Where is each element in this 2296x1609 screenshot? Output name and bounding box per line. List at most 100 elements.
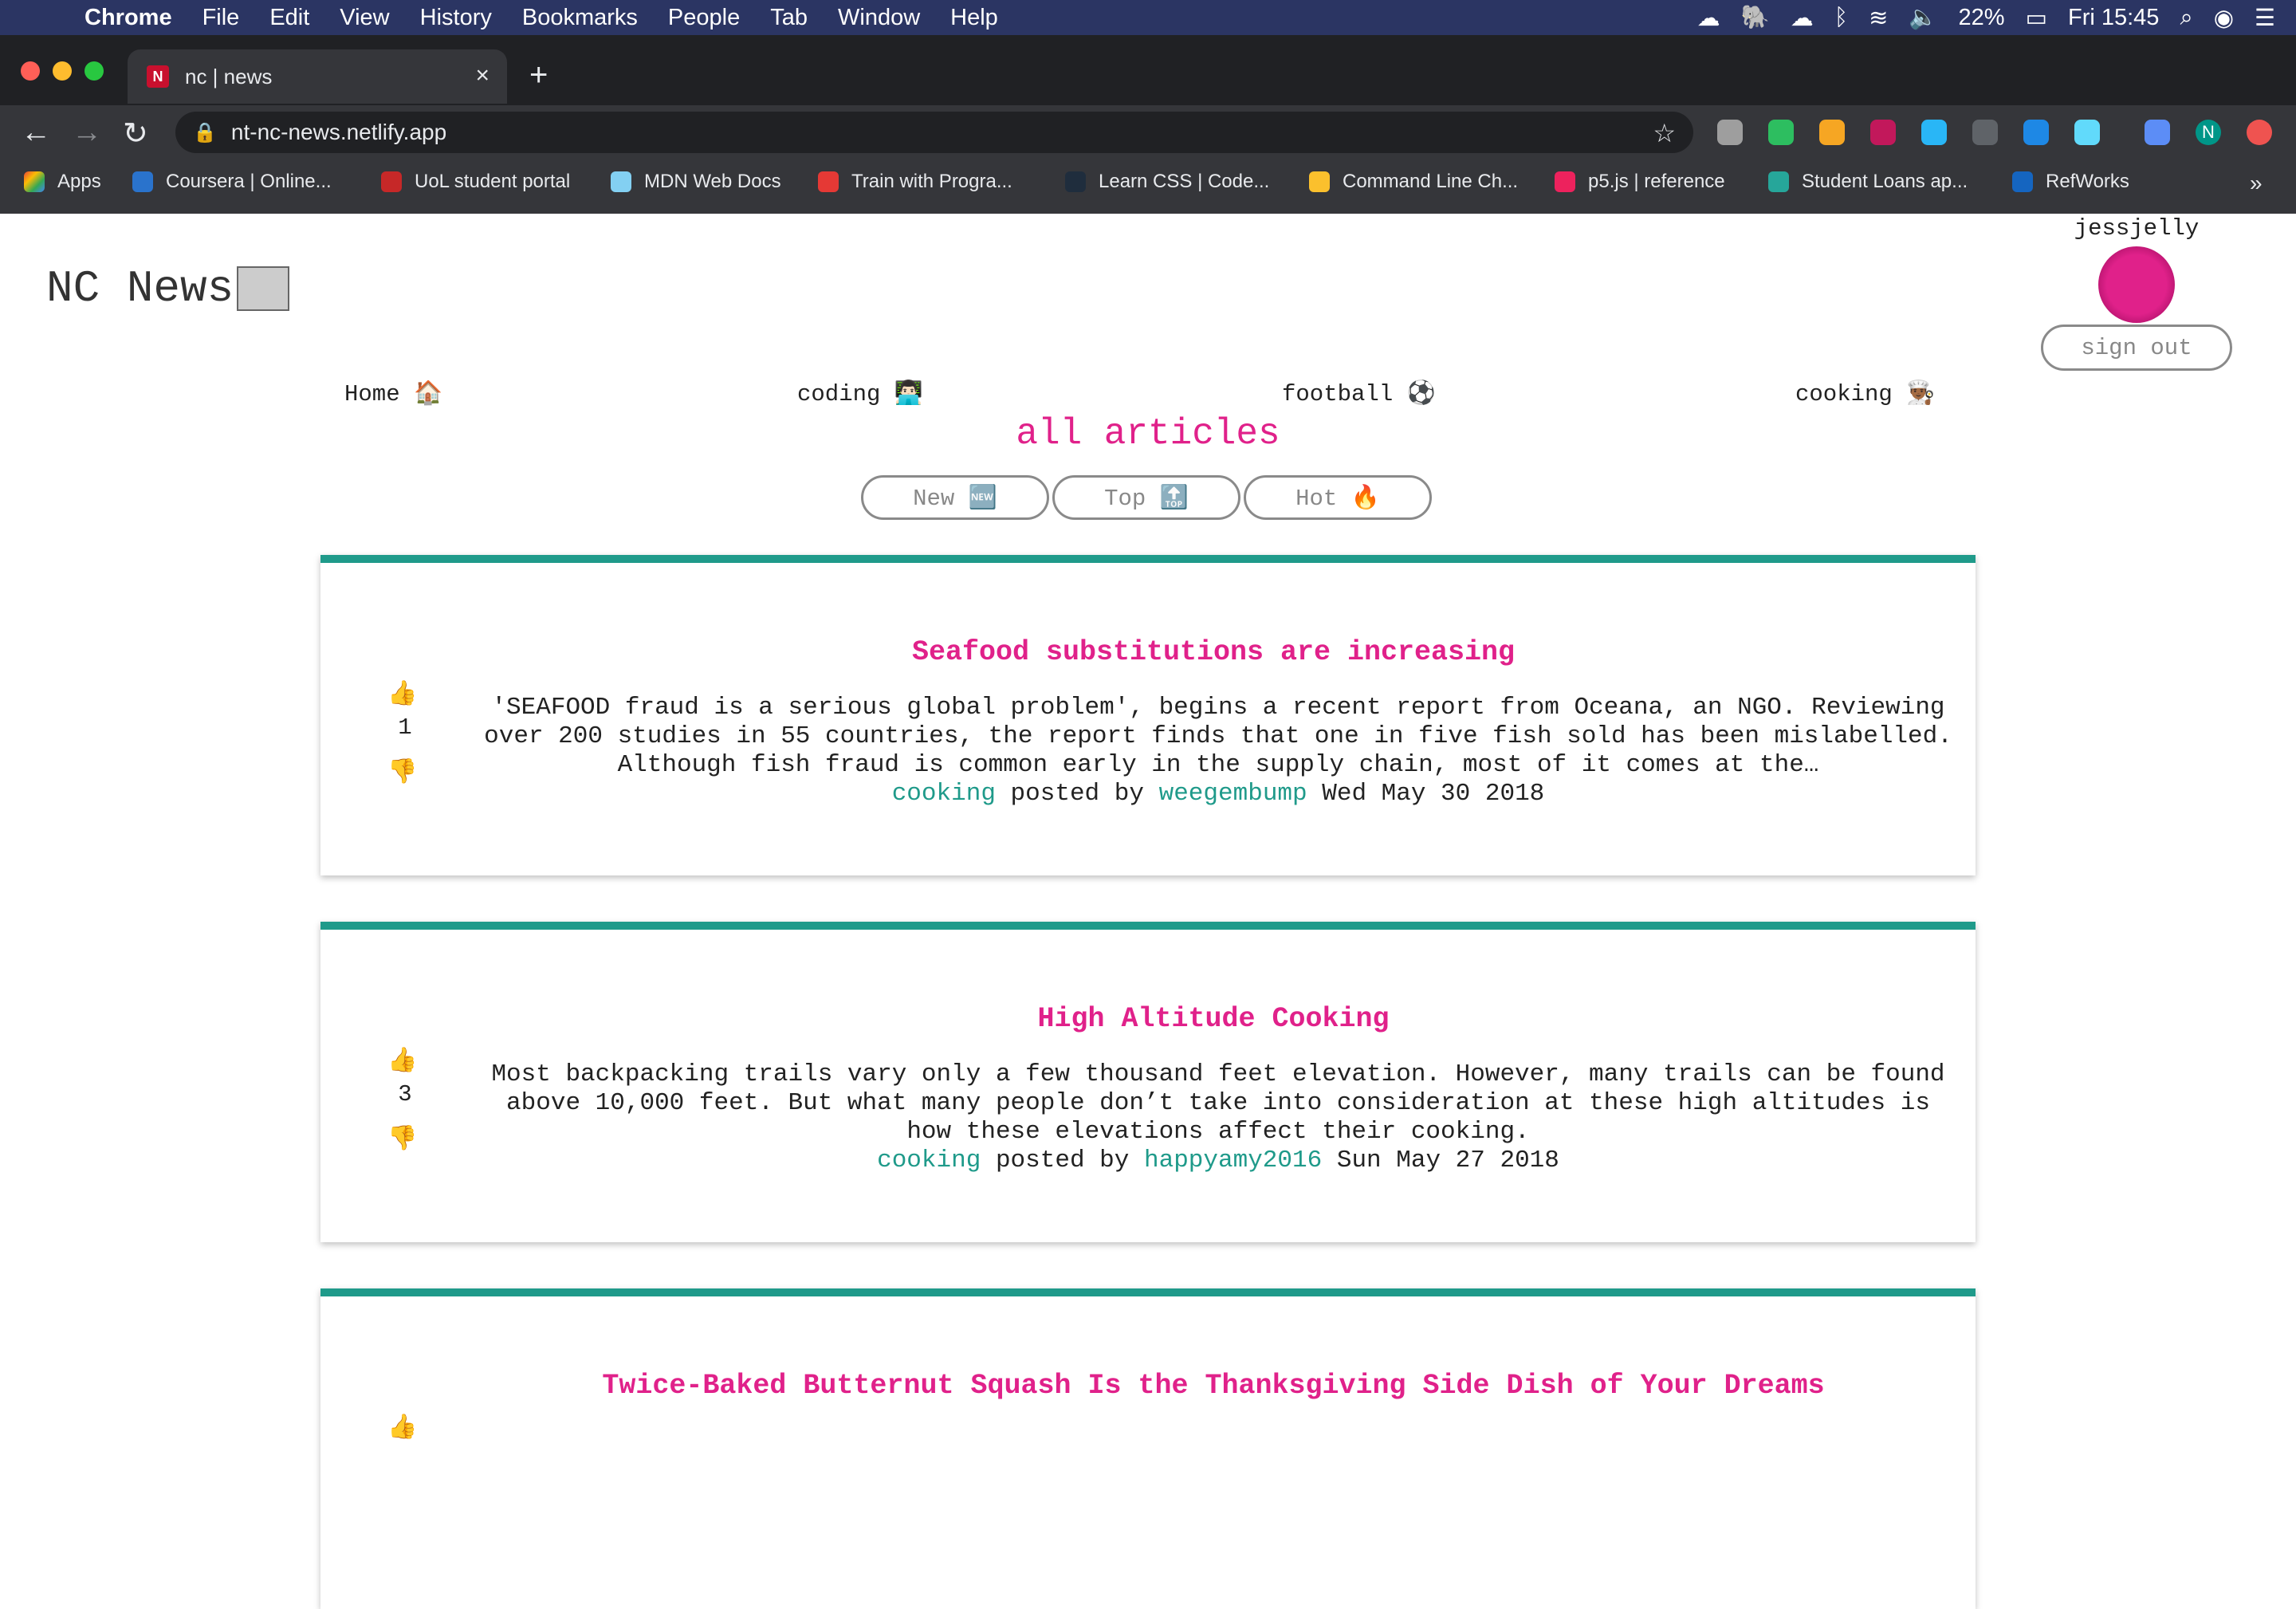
- downvote-icon[interactable]: 👎: [387, 757, 417, 787]
- site-favicon-icon: N: [147, 65, 169, 88]
- article-card[interactable]: 👍 3 👎 High Altitude Cooking Most backpac…: [320, 922, 1976, 1242]
- bookmark-uol-portal[interactable]: UoL student portal: [381, 171, 570, 193]
- cloud-upload-icon[interactable]: ☁: [1697, 4, 1720, 32]
- update-icon[interactable]: [2247, 120, 2272, 145]
- nav-home[interactable]: Home 🏠: [344, 380, 442, 407]
- browser-tab[interactable]: N nc | news ×: [128, 49, 507, 104]
- siri-icon[interactable]: ◉: [2214, 4, 2234, 32]
- icloud-icon[interactable]: ☁: [1791, 4, 1814, 32]
- react-devtools-icon[interactable]: [2074, 120, 2100, 145]
- bookmark-p5js[interactable]: p5.js | reference: [1555, 171, 1725, 193]
- menu-people[interactable]: People: [668, 5, 740, 31]
- article-title[interactable]: Twice-Baked Butternut Squash Is the Than…: [320, 1370, 2106, 1402]
- volume-icon[interactable]: 🔈: [1909, 4, 1937, 31]
- sort-top-button[interactable]: Top 🔝: [1052, 475, 1240, 520]
- bookmark-label: Learn CSS | Code...: [1099, 171, 1270, 192]
- menu-edit[interactable]: Edit: [269, 5, 309, 31]
- bookmark-label: Student Loans ap...: [1802, 171, 1968, 192]
- upvote-icon[interactable]: 👍: [387, 1046, 417, 1076]
- bookmark-codecademy[interactable]: Learn CSS | Code...: [1065, 171, 1269, 193]
- site-title[interactable]: NC News: [46, 263, 290, 314]
- lock-icon[interactable]: 🔒: [193, 121, 217, 144]
- apps-grid-icon: [24, 171, 45, 192]
- article-topic-link[interactable]: cooking: [892, 780, 996, 808]
- close-window-button[interactable]: [21, 61, 40, 81]
- new-tab-button[interactable]: +: [529, 57, 548, 93]
- extension-icon[interactable]: [1972, 120, 1998, 145]
- cast-icon[interactable]: [2145, 120, 2170, 145]
- article-meta: cooking posted by weegembump Wed May 30 …: [477, 780, 1960, 808]
- menu-help[interactable]: Help: [950, 5, 998, 31]
- evernote-extension-icon[interactable]: [1768, 120, 1794, 145]
- bookmark-label: Apps: [57, 171, 101, 192]
- spotlight-icon[interactable]: ⌕: [2180, 5, 2192, 31]
- extension-icon[interactable]: [1819, 120, 1845, 145]
- bookmark-coursera[interactable]: Coursera | Online...: [132, 171, 332, 193]
- menu-history[interactable]: History: [420, 5, 492, 31]
- student-loans-icon: [1768, 171, 1789, 192]
- evernote-icon[interactable]: 🐘: [1741, 4, 1770, 31]
- bookmark-label: Command Line Ch...: [1343, 171, 1519, 192]
- bookmark-progress[interactable]: Train with Progra...: [818, 171, 1012, 193]
- article-author-link[interactable]: weegembump: [1159, 780, 1307, 808]
- status-area: ☁ 🐘 ☁ ᛒ ≋ 🔈 22% ▭ Fri 15:45 ⌕ ◉ ☰: [1697, 0, 2296, 35]
- downvote-icon[interactable]: 👎: [387, 1124, 417, 1154]
- bookmark-student-loans[interactable]: Student Loans ap...: [1768, 171, 1968, 193]
- sort-new-button[interactable]: New 🆕: [861, 475, 1049, 520]
- article-title[interactable]: High Altitude Cooking: [320, 1003, 2106, 1035]
- section-title: all articles: [1016, 413, 1280, 454]
- forward-arrow-icon[interactable]: →: [72, 116, 102, 150]
- battery-percent[interactable]: 22%: [1959, 5, 2005, 31]
- extension-icon[interactable]: [1921, 120, 1947, 145]
- bookmarks-overflow-button[interactable]: »: [2250, 171, 2263, 196]
- nav-football[interactable]: football ⚽: [1282, 380, 1436, 407]
- extension-icon[interactable]: [2023, 120, 2049, 145]
- extension-icon[interactable]: [1870, 120, 1896, 145]
- zoom-window-button[interactable]: [85, 61, 104, 81]
- article-title[interactable]: Seafood substitutions are increasing: [320, 636, 2106, 668]
- back-arrow-icon[interactable]: ←: [21, 116, 51, 150]
- menu-app-name[interactable]: Chrome: [85, 5, 172, 31]
- menu-tab[interactable]: Tab: [770, 5, 808, 31]
- bookmark-star-icon[interactable]: ☆: [1653, 118, 1676, 148]
- profile-avatar[interactable]: N: [2196, 120, 2221, 145]
- article-author-link[interactable]: happyamy2016: [1144, 1147, 1322, 1174]
- bookmark-refworks[interactable]: RefWorks: [2012, 171, 2129, 193]
- menu-view[interactable]: View: [340, 5, 389, 31]
- minimize-window-button[interactable]: [53, 61, 72, 81]
- article-card[interactable]: 👍 Twice-Baked Butternut Squash Is the Th…: [320, 1288, 1976, 1609]
- url-text[interactable]: nt-nc-news.netlify.app: [231, 120, 446, 145]
- bookmark-label: p5.js | reference: [1588, 171, 1725, 192]
- menu-file[interactable]: File: [202, 5, 240, 31]
- site-title-text: NC News: [46, 263, 234, 314]
- battery-icon[interactable]: ▭: [2026, 4, 2047, 32]
- bookmark-mdn[interactable]: MDN Web Docs: [611, 171, 781, 193]
- user-panel: jessjelly sign out: [2039, 214, 2234, 371]
- vote-count: 1: [398, 714, 412, 741]
- uol-icon: [381, 171, 402, 192]
- article-topic-link[interactable]: cooking: [877, 1147, 981, 1174]
- article-meta: cooking posted by happyamy2016 Sun May 2…: [477, 1147, 1960, 1174]
- command-line-icon: [1309, 171, 1330, 192]
- progress-icon: [818, 171, 839, 192]
- extension-icon[interactable]: [1717, 120, 1743, 145]
- close-tab-icon[interactable]: ×: [475, 62, 489, 89]
- sign-out-button[interactable]: sign out: [2041, 325, 2232, 371]
- sort-hot-button[interactable]: Hot 🔥: [1244, 475, 1432, 520]
- newspaper-icon: [237, 266, 290, 312]
- nav-cooking[interactable]: cooking 👨🏾‍🍳: [1795, 380, 1935, 407]
- bluetooth-icon[interactable]: ᛒ: [1834, 5, 1848, 31]
- article-card[interactable]: 👍 1 👎 Seafood substitutions are increasi…: [320, 555, 1976, 875]
- bookmark-apps[interactable]: Apps: [24, 171, 101, 193]
- address-bar[interactable]: 🔒 nt-nc-news.netlify.app ☆: [175, 112, 1693, 153]
- nav-coding[interactable]: coding 👨🏻‍💻: [797, 380, 923, 407]
- clock[interactable]: Fri 15:45: [2068, 5, 2159, 31]
- menu-window[interactable]: Window: [838, 5, 920, 31]
- menu-bookmarks[interactable]: Bookmarks: [522, 5, 638, 31]
- upvote-icon[interactable]: 👍: [387, 679, 417, 709]
- reload-icon[interactable]: ↻: [123, 116, 148, 151]
- wifi-icon[interactable]: ≋: [1869, 4, 1888, 32]
- control-center-icon[interactable]: ☰: [2255, 4, 2275, 32]
- upvote-icon[interactable]: 👍: [387, 1413, 417, 1442]
- bookmark-command-line[interactable]: Command Line Ch...: [1309, 171, 1518, 193]
